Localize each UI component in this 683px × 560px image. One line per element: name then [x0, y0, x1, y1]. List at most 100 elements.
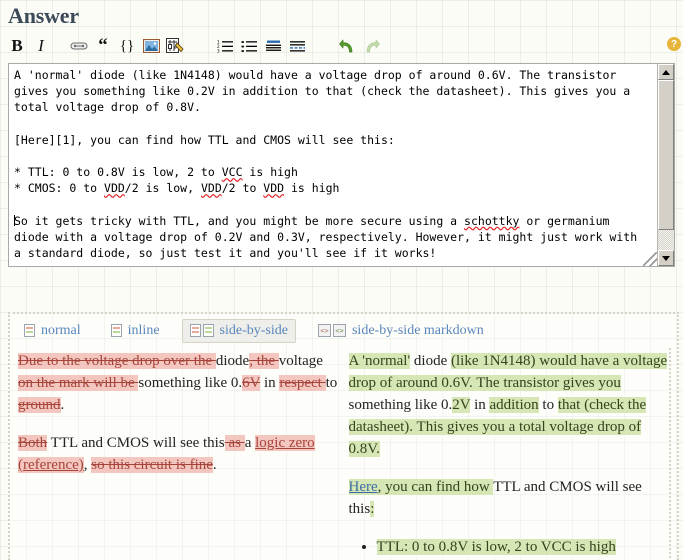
- editor-line-2: gives you something like 0.2V in additio…: [14, 84, 631, 99]
- diff-unchanged-text: to: [325, 375, 338, 391]
- diff-deleted-text: Due to the voltage drop over the: [18, 353, 216, 369]
- bold-icon: B: [11, 36, 23, 55]
- spellcheck-vdd-3: VDD: [263, 181, 285, 196]
- editor-line-8: diode with a voltage drop of 0.2V and 0.…: [14, 230, 638, 245]
- editor-line-6d: is high: [284, 181, 340, 196]
- horizontal-rule-button[interactable]: [286, 35, 308, 57]
- spellcheck-schottky: schottky: [464, 213, 520, 228]
- spellcheck-vcc: VCC: [221, 165, 243, 180]
- diff-deleted-text: as: [224, 435, 245, 451]
- bold-button[interactable]: B: [6, 35, 28, 57]
- diff-deleted-text: ground: [18, 397, 61, 413]
- tab-normal[interactable]: normal: [16, 319, 89, 343]
- editor-line-7b: or germanium: [519, 213, 610, 228]
- diff-inserted-text: drop of around 0.6V. The transistor: [348, 375, 563, 391]
- image-button[interactable]: [140, 35, 162, 57]
- tab-inline[interactable]: inline: [103, 319, 168, 343]
- link-button[interactable]: [68, 35, 90, 57]
- diff-unchanged-text: voltage: [278, 353, 323, 369]
- diff-unchanged-text: to: [538, 397, 558, 413]
- editor-line-1: A 'normal' diode (like 1N4148) would hav…: [14, 68, 617, 82]
- diff-unchanged-text: in: [470, 397, 490, 413]
- diff-deleted-text: 6V: [242, 375, 261, 391]
- image-icon: [142, 39, 160, 53]
- spellcheck-vdd-2: VDD: [200, 181, 222, 196]
- numbered-list-button[interactable]: 1 2 3: [214, 35, 236, 57]
- circuit-editor-icon: [165, 38, 184, 53]
- tab-side-by-side[interactable]: side-by-side: [181, 318, 296, 343]
- editor-line-5b: is high: [242, 165, 298, 180]
- editor-line-6c: /2 to: [221, 181, 264, 196]
- page-title: Answer: [8, 3, 79, 28]
- italic-button[interactable]: I: [30, 35, 52, 57]
- diff-left-paragraph-2: Both TTL and CMOS will see this as a log…: [18, 432, 341, 476]
- scrollbar-track[interactable]: [658, 80, 674, 250]
- circuit-editor-button[interactable]: [164, 35, 186, 57]
- diff-unchanged-text: TTL and CMOS will see this: [47, 435, 225, 451]
- chevron-up-icon: [662, 69, 670, 75]
- horizontal-rule-icon: [289, 41, 305, 52]
- diff-deleted-text: so this circuit is fine: [91, 457, 213, 473]
- tab-side-by-side-markdown[interactable]: <> <> side-by-side markdown: [310, 319, 492, 343]
- split-document-icon: [189, 324, 214, 337]
- undo-icon: [338, 39, 352, 52]
- diff-inserted-text: A 'normal': [348, 353, 411, 369]
- blockquote-button[interactable]: “: [92, 35, 114, 57]
- code-right-icon: <>: [332, 324, 346, 337]
- diff-unchanged-text: in: [260, 375, 280, 391]
- diff-scroll-indicator[interactable]: [669, 348, 675, 558]
- resize-grip[interactable]: [643, 252, 657, 266]
- bulleted-list-button[interactable]: [238, 35, 260, 57]
- split-document-right-icon: [202, 324, 214, 337]
- diff-deleted-text: Both: [18, 435, 48, 451]
- editor-line-5a: * TTL: 0 to 0.8V is low, 2 to: [14, 165, 222, 180]
- tab-side-by-side-markdown-label: side-by-side markdown: [351, 322, 484, 338]
- chevron-down-icon: [662, 255, 670, 261]
- scroll-down-button[interactable]: [658, 250, 674, 266]
- diff-deleted-text: on the mark will be: [18, 375, 139, 391]
- tab-inline-label: inline: [127, 322, 160, 338]
- editor-line-3: total voltage drop of 0.8V.: [14, 100, 201, 115]
- diff-inserted-link[interactable]: Here: [348, 479, 378, 495]
- diff-unchanged-text: diode: [215, 353, 250, 369]
- bulleted-list-icon: [241, 41, 257, 52]
- diff-left-column: Due to the voltage drop over the diode, …: [18, 350, 341, 560]
- editor-line-6a: * CMOS: 0 to: [14, 181, 105, 196]
- blockquote-icon: “: [98, 35, 108, 56]
- editor-line-4: [Here][1], you can find how TTL and CMOS…: [14, 132, 395, 147]
- redo-button[interactable]: [360, 35, 382, 57]
- editor-scrollbar[interactable]: [657, 64, 674, 266]
- list-item: TTL: 0 to 0.8V is low, 2 to VCC is high: [376, 536, 672, 558]
- numbered-list-icon: 1 2 3: [217, 39, 233, 53]
- undo-button[interactable]: [336, 35, 358, 57]
- diff-deleted-text: , the: [249, 353, 279, 369]
- diff-right-paragraph-1: A 'normal' diode (like 1N4148) would hav…: [348, 350, 672, 460]
- editor-line-9: a standard diode, so just test it and yo…: [14, 246, 437, 261]
- diff-unchanged-text: diode: [410, 353, 451, 369]
- heading-button[interactable]: [262, 35, 284, 57]
- diff-inserted-text: :: [370, 501, 375, 517]
- answer-textarea[interactable]: A 'normal' diode (like 1N4148) would hav…: [9, 64, 657, 266]
- code-icon: {}: [119, 37, 135, 54]
- split-document-left-icon: [189, 324, 201, 337]
- editor-toolbar: B I “ {} 1 2 3 ?: [0, 31, 683, 61]
- editor-line-6b: /2 is low,: [124, 181, 201, 196]
- diff-mode-tabs: normal inline side-by-side <> <> side-by…: [10, 314, 677, 344]
- diff-viewer: normal inline side-by-side <> <> side-by…: [8, 312, 679, 560]
- scrollbar-thumb[interactable]: [658, 80, 674, 230]
- scroll-up-button[interactable]: [658, 64, 674, 80]
- answer-editor[interactable]: A 'normal' diode (like 1N4148) would hav…: [8, 63, 675, 267]
- diff-inserted-text: 2V: [452, 397, 471, 413]
- diff-right-column: A 'normal' diode (like 1N4148) would hav…: [348, 350, 672, 560]
- code-button[interactable]: {}: [116, 35, 138, 57]
- help-button[interactable]: ?: [667, 37, 681, 51]
- diff-inserted-text: gives you: [562, 375, 621, 391]
- tab-side-by-side-label: side-by-side: [219, 322, 288, 338]
- help-icon: ?: [670, 38, 678, 50]
- diff-unchanged-text: a: [244, 435, 256, 451]
- code-left-icon: <>: [317, 324, 331, 337]
- italic-icon: I: [38, 36, 44, 55]
- spellcheck-vdd-1: VDD: [104, 181, 125, 196]
- diff-inserted-text: addition: [489, 397, 539, 413]
- link-icon: [70, 42, 88, 50]
